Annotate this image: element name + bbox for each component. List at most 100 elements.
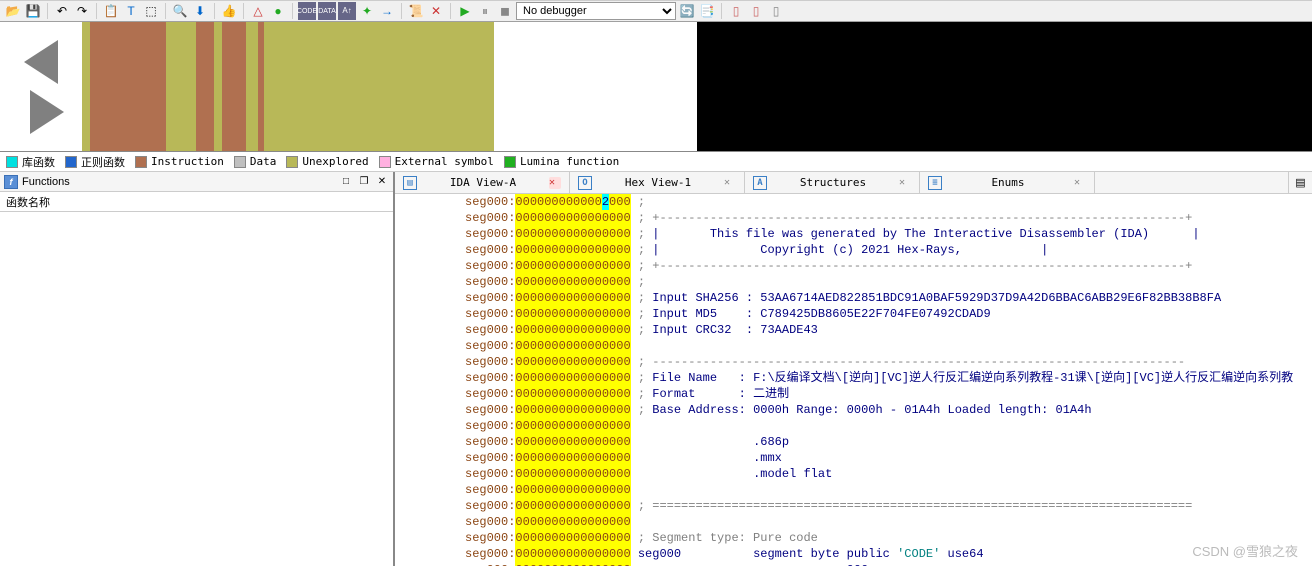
disasm-line[interactable]: seg000:0000000000000000 .mmx [465, 450, 1312, 466]
nav-segment[interactable] [90, 22, 166, 151]
legend-swatch [504, 156, 516, 168]
legend-label: Instruction [151, 155, 224, 168]
delete-icon[interactable]: ✕ [427, 2, 445, 20]
disasm-line[interactable]: seg000:0000000000000000 ; +-------------… [465, 210, 1312, 226]
nav-legend: 库函数正则函数InstructionDataUnexploredExternal… [0, 152, 1312, 172]
nav-segment[interactable] [222, 22, 246, 151]
disasm-line[interactable]: seg000:0000000000000000 ; Input SHA256 :… [465, 290, 1312, 306]
save-icon[interactable]: 💾 [24, 2, 42, 20]
disasm-line[interactable]: seg000:0000000000000000 ; --------------… [465, 354, 1312, 370]
disasm-line[interactable]: seg000:0000000000000000 [465, 482, 1312, 498]
functions-column-header[interactable]: 函数名称 [0, 192, 393, 212]
disasm-line[interactable]: seg000:0000000000000000 ; | Copyright (c… [465, 242, 1312, 258]
text-icon[interactable]: T [122, 2, 140, 20]
nav-segment[interactable] [82, 22, 90, 151]
nav-back-icon[interactable] [24, 40, 58, 84]
disasm-line[interactable]: seg000:0000000000000000 ; ==============… [465, 498, 1312, 514]
tab-label: IDA View-A [423, 176, 543, 189]
legend-swatch [234, 156, 246, 168]
disasm-text: ; [631, 194, 645, 210]
tab-close-icon[interactable]: ✕ [899, 177, 911, 189]
panel-restore-icon[interactable]: ❐ [357, 175, 371, 189]
disasm-text [631, 514, 638, 530]
window2-icon[interactable]: ▯ [747, 2, 765, 20]
search-icon[interactable]: 🔍 [171, 2, 189, 20]
disasm-line[interactable]: seg000:0000000000002000 ; [465, 194, 1312, 210]
pause-icon[interactable]: ⏸ [476, 2, 494, 20]
binary-icon[interactable]: ⬚ [142, 2, 160, 20]
code-view-icon[interactable]: CODE [298, 2, 316, 20]
disasm-line[interactable]: seg000:0000000000000000 ; Input CRC32 : … [465, 322, 1312, 338]
nav-segment[interactable] [166, 22, 196, 151]
hex-view-icon[interactable]: A↑ [338, 2, 356, 20]
disasm-line[interactable]: seg000:0000000000000000 assume cs:seg000 [465, 562, 1312, 566]
nav-segment[interactable] [214, 22, 222, 151]
tab-enums[interactable]: ≡Enums✕ [920, 172, 1095, 193]
xref-icon[interactable]: ✦ [358, 2, 376, 20]
disasm-text: ; Input SHA256 : 53AA6714AED822851BDC91A… [631, 290, 1222, 306]
nav-forward-icon[interactable] [30, 90, 64, 134]
disasm-line[interactable]: seg000:0000000000000000 seg000 segment b… [465, 546, 1312, 562]
disasm-line[interactable]: seg000:0000000000000000 ; Segment type: … [465, 530, 1312, 546]
panel-close-icon[interactable]: ✕ [375, 175, 389, 189]
disasm-line[interactable]: seg000:0000000000000000 ; Input MD5 : C7… [465, 306, 1312, 322]
disasm-text: ; +-------------------------------------… [631, 258, 1193, 274]
disasm-line[interactable]: seg000:0000000000000000 .model flat [465, 466, 1312, 482]
disasm-line[interactable]: seg000:0000000000000000 ; | This file wa… [465, 226, 1312, 242]
disasm-line[interactable]: seg000:0000000000000000 .686p [465, 434, 1312, 450]
tab-label: Structures [773, 176, 893, 189]
refresh-icon[interactable]: 🔄 [678, 2, 696, 20]
disasm-line[interactable]: seg000:0000000000000000 [465, 514, 1312, 530]
tab-close-icon[interactable]: ✕ [549, 177, 561, 189]
tab-structures[interactable]: AStructures✕ [745, 172, 920, 193]
nav-segment[interactable] [246, 22, 258, 151]
legend-swatch [379, 156, 391, 168]
disasm-line[interactable]: seg000:0000000000000000 ; Base Address: … [465, 402, 1312, 418]
play-icon[interactable]: ▶ [456, 2, 474, 20]
legend-swatch [6, 156, 18, 168]
legend-label: Data [250, 155, 277, 168]
graph-icon[interactable]: → [378, 2, 396, 20]
disasm-line[interactable]: seg000:0000000000000000 [465, 338, 1312, 354]
goto-icon[interactable]: 👍 [220, 2, 238, 20]
tab-hex-view-1[interactable]: OHex View-1✕ [570, 172, 745, 193]
disasm-text: ; File Name : F:\反编译文档\[逆向][VC]逆人行反汇编逆向系… [631, 370, 1293, 386]
legend-item: Data [234, 155, 277, 168]
disasm-line[interactable]: seg000:0000000000000000 ; +-------------… [465, 258, 1312, 274]
panel-maximize-icon[interactable]: □ [339, 175, 353, 189]
functions-panel: f Functions □ ❐ ✕ 函数名称 [0, 172, 395, 566]
functions-list[interactable] [0, 212, 393, 566]
stop-icon[interactable]: △ [249, 2, 267, 20]
open-icon[interactable]: 📂 [4, 2, 22, 20]
debugger-select[interactable]: No debugger [516, 2, 676, 20]
view-tabs: ▤IDA View-A✕OHex View-1✕AStructures✕≡Enu… [395, 172, 1312, 194]
disasm-line[interactable]: seg000:0000000000000000 [465, 418, 1312, 434]
tab-overflow-icon[interactable]: ▤ [1288, 172, 1312, 193]
tab-close-icon[interactable]: ✕ [1074, 177, 1086, 189]
legend-item: 库函数 [6, 154, 55, 170]
legend-label: External symbol [395, 155, 494, 168]
tab-close-icon[interactable]: ✕ [724, 177, 736, 189]
disasm-line[interactable]: seg000:0000000000000000 ; [465, 274, 1312, 290]
undo-icon[interactable]: ↶ [53, 2, 71, 20]
window1-icon[interactable]: ▯ [727, 2, 745, 20]
nav-strip[interactable] [82, 22, 697, 151]
stop-debug-icon[interactable]: ◼ [496, 2, 514, 20]
disasm-line[interactable]: seg000:0000000000000000 ; File Name : F:… [465, 370, 1312, 386]
functions-panel-titlebar: f Functions □ ❐ ✕ [0, 172, 393, 192]
disasm-line[interactable]: seg000:0000000000000000 ; Format : 二进制 [465, 386, 1312, 402]
disassembly-view[interactable]: seg000:0000000000002000 ;seg000:00000000… [395, 194, 1312, 566]
options-icon[interactable]: 📑 [698, 2, 716, 20]
data-view-icon[interactable]: DATA [318, 2, 336, 20]
run-green-icon[interactable]: ● [269, 2, 287, 20]
legend-swatch [286, 156, 298, 168]
down-arrow-icon[interactable]: ⬇ [191, 2, 209, 20]
functions-panel-title: Functions [22, 176, 335, 188]
copy-icon[interactable]: 📋 [102, 2, 120, 20]
nav-segment[interactable] [196, 22, 214, 151]
window3-icon[interactable]: ▯ [767, 2, 785, 20]
tab-ida-view-a[interactable]: ▤IDA View-A✕ [395, 172, 570, 193]
script-icon[interactable]: 📜 [407, 2, 425, 20]
nav-segment[interactable] [264, 22, 494, 151]
redo-icon[interactable]: ↷ [73, 2, 91, 20]
